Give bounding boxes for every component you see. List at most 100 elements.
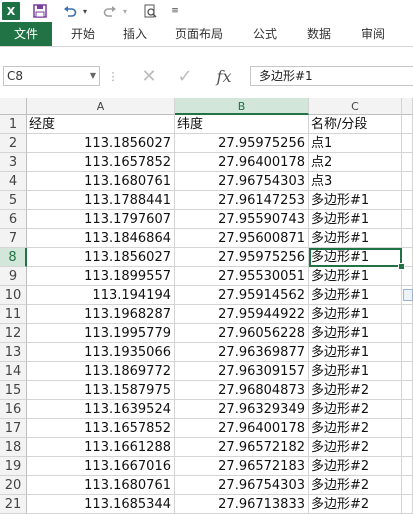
cell-a6[interactable]: 113.1797607: [27, 210, 175, 229]
cell-a21[interactable]: 113.1685344: [27, 495, 175, 514]
cell-d3[interactable]: [402, 153, 413, 172]
cell-c9[interactable]: 多边形#1: [309, 267, 402, 286]
cell-a16[interactable]: 113.1639524: [27, 400, 175, 419]
cell-c4[interactable]: 点3: [309, 172, 402, 191]
name-box-dropdown-icon[interactable]: ▼: [90, 67, 96, 85]
row-header[interactable]: 12: [0, 324, 27, 343]
formula-input[interactable]: 多边形#1: [250, 66, 413, 86]
row-header[interactable]: 8: [0, 248, 27, 267]
cell-b4[interactable]: 27.96754303: [175, 172, 309, 191]
column-header-c[interactable]: C: [309, 98, 402, 115]
cell-a10[interactable]: 113.194194: [27, 286, 175, 305]
tab-page-layout[interactable]: 页面布局: [168, 22, 230, 46]
undo-icon[interactable]: [60, 2, 80, 20]
cell-b1[interactable]: 纬度: [175, 115, 309, 134]
cell-b14[interactable]: 27.96309157: [175, 362, 309, 381]
redo-dropdown-icon[interactable]: ▾: [120, 2, 130, 20]
cell-b15[interactable]: 27.96804873: [175, 381, 309, 400]
cell-d11[interactable]: [402, 305, 413, 324]
cell-b6[interactable]: 27.95590743: [175, 210, 309, 229]
tab-review[interactable]: 审阅: [352, 22, 394, 46]
cell-c20[interactable]: 多边形#2: [309, 476, 402, 495]
cell-c1[interactable]: 名称/分段: [309, 115, 402, 134]
cell-c12[interactable]: 多边形#1: [309, 324, 402, 343]
cell-b20[interactable]: 27.96754303: [175, 476, 309, 495]
cell-b11[interactable]: 27.95944922: [175, 305, 309, 324]
save-icon[interactable]: [30, 2, 50, 20]
row-header[interactable]: 15: [0, 381, 27, 400]
cell-c10[interactable]: 多边形#1: [309, 286, 402, 305]
cell-b7[interactable]: 27.95600871: [175, 229, 309, 248]
cell-c15[interactable]: 多边形#2: [309, 381, 402, 400]
row-header[interactable]: 18: [0, 438, 27, 457]
cell-d5[interactable]: [402, 191, 413, 210]
row-header[interactable]: 17: [0, 419, 27, 438]
cell-a14[interactable]: 113.1869772: [27, 362, 175, 381]
cell-d13[interactable]: [402, 343, 413, 362]
row-header[interactable]: 2: [0, 134, 27, 153]
cell-c11[interactable]: 多边形#1: [309, 305, 402, 324]
row-header[interactable]: 6: [0, 210, 27, 229]
cell-b16[interactable]: 27.96329349: [175, 400, 309, 419]
tab-insert[interactable]: 插入: [114, 22, 156, 46]
cell-d17[interactable]: [402, 419, 413, 438]
cell-c19[interactable]: 多边形#2: [309, 457, 402, 476]
cell-c3[interactable]: 点2: [309, 153, 402, 172]
cell-d15[interactable]: [402, 381, 413, 400]
cell-a7[interactable]: 113.1846864: [27, 229, 175, 248]
cell-a3[interactable]: 113.1657852: [27, 153, 175, 172]
row-header[interactable]: 14: [0, 362, 27, 381]
row-header[interactable]: 16: [0, 400, 27, 419]
cell-a13[interactable]: 113.1935066: [27, 343, 175, 362]
tab-data[interactable]: 数据: [298, 22, 340, 46]
cell-a8[interactable]: 113.1856027: [27, 248, 175, 267]
cell-a20[interactable]: 113.1680761: [27, 476, 175, 495]
row-header[interactable]: 20: [0, 476, 27, 495]
tab-formulas[interactable]: 公式: [244, 22, 286, 46]
cell-a4[interactable]: 113.1680761: [27, 172, 175, 191]
column-header-a[interactable]: A: [27, 98, 175, 115]
cell-b12[interactable]: 27.96056228: [175, 324, 309, 343]
cell-c14[interactable]: 多边形#1: [309, 362, 402, 381]
cell-b9[interactable]: 27.95530051: [175, 267, 309, 286]
cell-d12[interactable]: [402, 324, 413, 343]
row-header[interactable]: 4: [0, 172, 27, 191]
cell-c17[interactable]: 多边形#2: [309, 419, 402, 438]
cell-a15[interactable]: 113.1587975: [27, 381, 175, 400]
customize-qat-icon[interactable]: ≡: [170, 2, 180, 20]
row-header[interactable]: 13: [0, 343, 27, 362]
print-preview-icon[interactable]: [140, 2, 160, 20]
row-header[interactable]: 3: [0, 153, 27, 172]
cell-b8[interactable]: 27.95975256: [175, 248, 309, 267]
cell-d6[interactable]: [402, 210, 413, 229]
cell-b3[interactable]: 27.96400178: [175, 153, 309, 172]
cell-a19[interactable]: 113.1667016: [27, 457, 175, 476]
row-header[interactable]: 7: [0, 229, 27, 248]
cell-a11[interactable]: 113.1968287: [27, 305, 175, 324]
cell-d21[interactable]: [402, 495, 413, 514]
cell-b10[interactable]: 27.95914562: [175, 286, 309, 305]
cell-c5[interactable]: 多边形#1: [309, 191, 402, 210]
name-box[interactable]: C8 ▼: [3, 66, 100, 86]
cell-d16[interactable]: [402, 400, 413, 419]
cell-a12[interactable]: 113.1995779: [27, 324, 175, 343]
row-header[interactable]: 5: [0, 191, 27, 210]
cell-c13[interactable]: 多边形#1: [309, 343, 402, 362]
cell-c8[interactable]: 多边形#1: [309, 248, 402, 267]
row-header[interactable]: 10: [0, 286, 27, 305]
cell-d2[interactable]: [402, 134, 413, 153]
cell-d20[interactable]: [402, 476, 413, 495]
cancel-icon[interactable]: ✕: [136, 64, 162, 88]
cell-d4[interactable]: [402, 172, 413, 191]
cell-d7[interactable]: [402, 229, 413, 248]
tab-home[interactable]: 开始: [62, 22, 104, 46]
row-header[interactable]: 19: [0, 457, 27, 476]
cell-c18[interactable]: 多边形#2: [309, 438, 402, 457]
cell-a1[interactable]: 经度: [27, 115, 175, 134]
cell-c6[interactable]: 多边形#1: [309, 210, 402, 229]
row-header[interactable]: 11: [0, 305, 27, 324]
column-header-b[interactable]: B: [175, 98, 309, 115]
cell-a17[interactable]: 113.1657852: [27, 419, 175, 438]
cell-d1[interactable]: [402, 115, 413, 134]
insert-function-icon[interactable]: fx: [210, 64, 238, 88]
